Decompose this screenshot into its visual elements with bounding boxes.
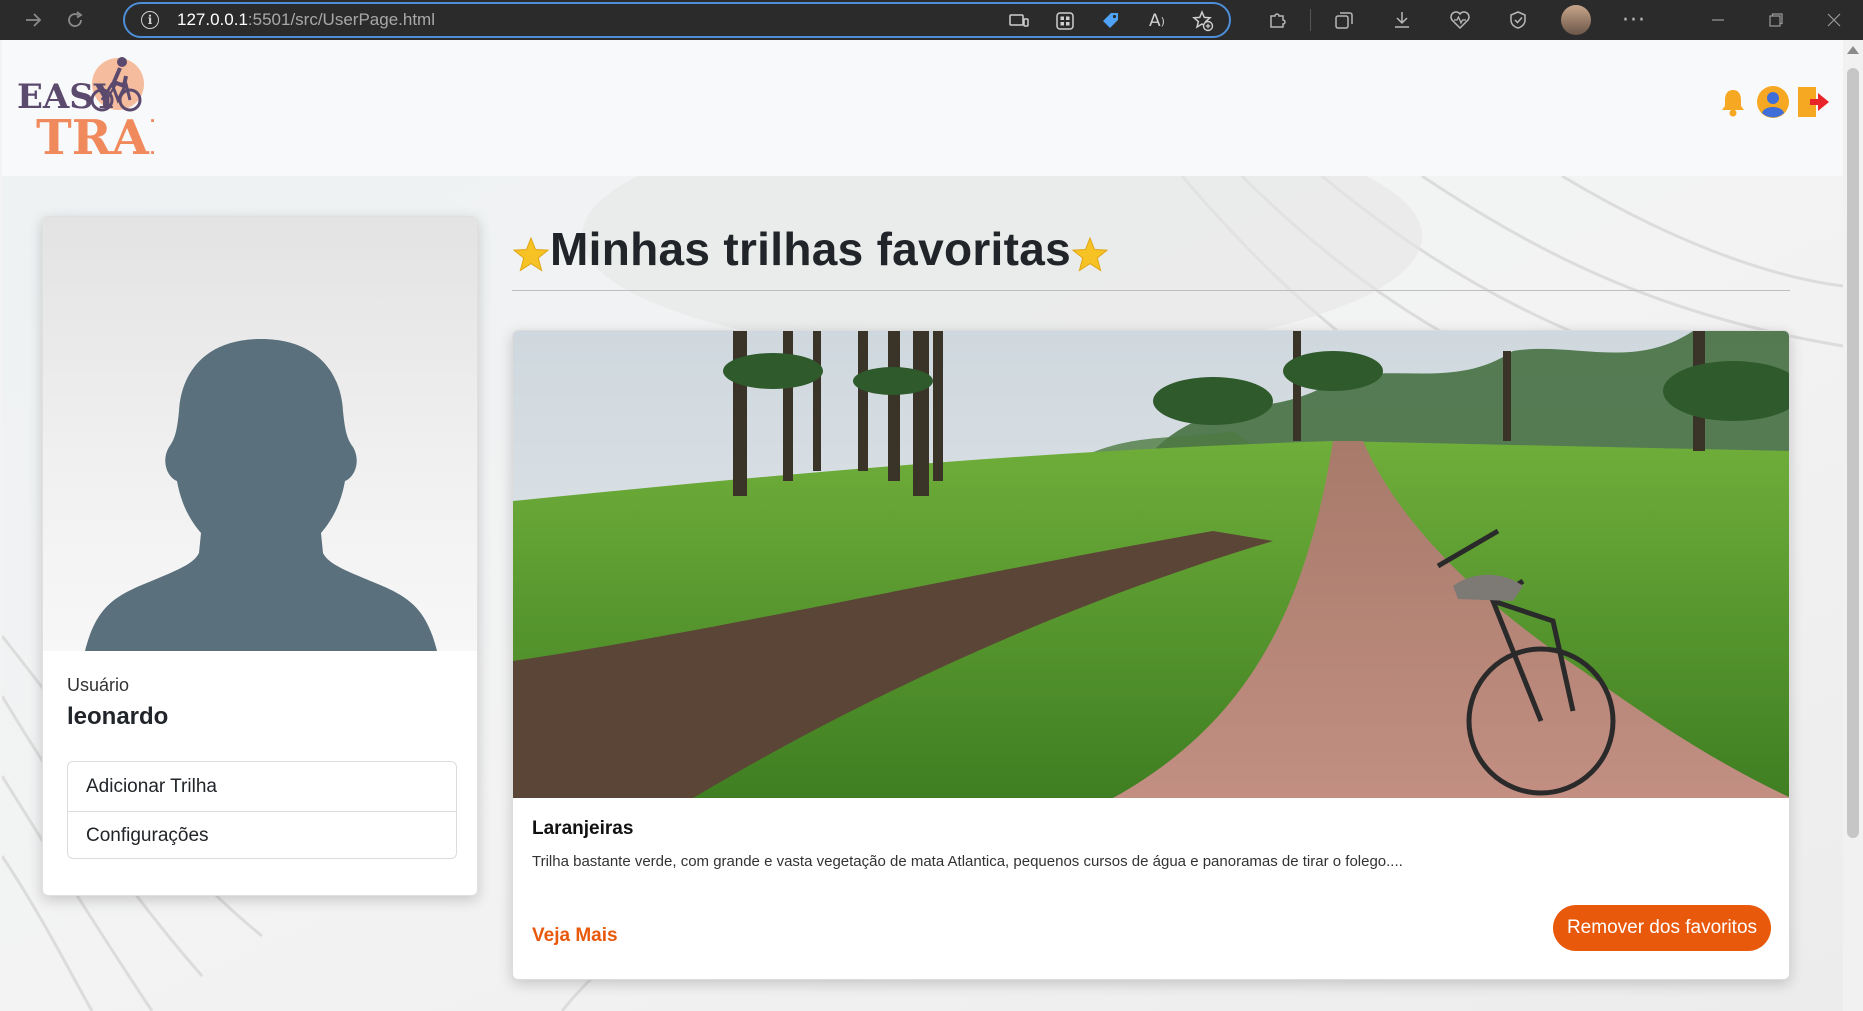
back-arrow-icon[interactable] [12, 0, 54, 40]
trail-photo[interactable] [513, 331, 1790, 798]
menu-item-add-trail[interactable]: Adicionar Trilha [68, 762, 456, 811]
star-icon [1071, 236, 1109, 272]
browser-health-icon[interactable] [1431, 0, 1489, 40]
close-window-icon[interactable] [1805, 0, 1863, 40]
site-header: EASY TRAIL [2, 40, 1843, 176]
see-more-link[interactable]: Veja Mais [532, 925, 618, 947]
title-divider [512, 290, 1790, 291]
logout-icon[interactable] [1795, 84, 1831, 120]
scroll-thumb[interactable] [1847, 68, 1859, 838]
download-icon[interactable] [1373, 0, 1431, 40]
star-icon [512, 236, 550, 272]
apps-grid-icon[interactable] [1047, 8, 1083, 34]
toolbar-separator [1310, 9, 1311, 31]
url-host: 127.0.0.1 [177, 10, 248, 29]
refresh-icon[interactable] [54, 0, 96, 40]
collections-icon[interactable] [1315, 0, 1373, 40]
minimize-icon[interactable] [1689, 0, 1747, 40]
address-bar[interactable]: i 127.0.0.1:5501/src/UserPage.html A) [123, 2, 1231, 38]
bell-icon[interactable] [1715, 84, 1751, 120]
device-icon[interactable] [1001, 8, 1037, 34]
essentials-icon[interactable] [1489, 0, 1547, 40]
logo-text-trail: TRAIL [36, 110, 154, 160]
browser-toolbar: i 127.0.0.1:5501/src/UserPage.html A) ··… [0, 0, 1863, 40]
price-tag-icon[interactable] [1093, 8, 1129, 34]
restore-icon[interactable] [1747, 0, 1805, 40]
profile-menu: Adicionar Trilha Configurações [67, 761, 457, 859]
trail-name: Laranjeiras [532, 818, 634, 839]
user-name: leonardo [67, 703, 169, 730]
remove-favorite-button[interactable]: Remover dos favoritos [1553, 905, 1771, 951]
user-label: Usuário [67, 675, 130, 695]
url-path: :5501/src/UserPage.html [247, 10, 435, 29]
page-title-text: Minhas trilhas favoritas [550, 223, 1072, 275]
site-info-icon[interactable]: i [141, 11, 159, 29]
profile-avatar-area [43, 217, 477, 651]
favorite-trail-card: Laranjeiras Trilha bastante verde, com g… [512, 330, 1790, 980]
user-silhouette-icon [85, 339, 437, 651]
trail-description: Trilha bastante verde, com grande e vast… [532, 853, 1403, 870]
menu-item-settings[interactable]: Configurações [68, 811, 456, 860]
scroll-up-icon[interactable] [1847, 46, 1859, 54]
page-content: EASY TRAIL Usuário leonardo Adicionar Tr… [2, 40, 1843, 1011]
read-aloud-icon[interactable]: A) [1139, 8, 1175, 34]
profile-card: Usuário leonardo Adicionar Trilha Config… [42, 216, 478, 896]
more-options-icon[interactable]: ··· [1605, 0, 1663, 40]
extensions-puzzle-icon[interactable] [1248, 0, 1306, 40]
url-text[interactable]: 127.0.0.1:5501/src/UserPage.html [177, 10, 435, 30]
easy-trail-logo[interactable]: EASY TRAIL [14, 48, 154, 160]
page-scrollbar[interactable] [1843, 40, 1863, 1011]
add-favorite-star-icon[interactable] [1185, 8, 1221, 34]
user-avatar-icon[interactable] [1755, 84, 1791, 120]
page-title: Minhas trilhas favoritas [512, 216, 1109, 282]
browser-profile-avatar[interactable] [1561, 5, 1591, 35]
